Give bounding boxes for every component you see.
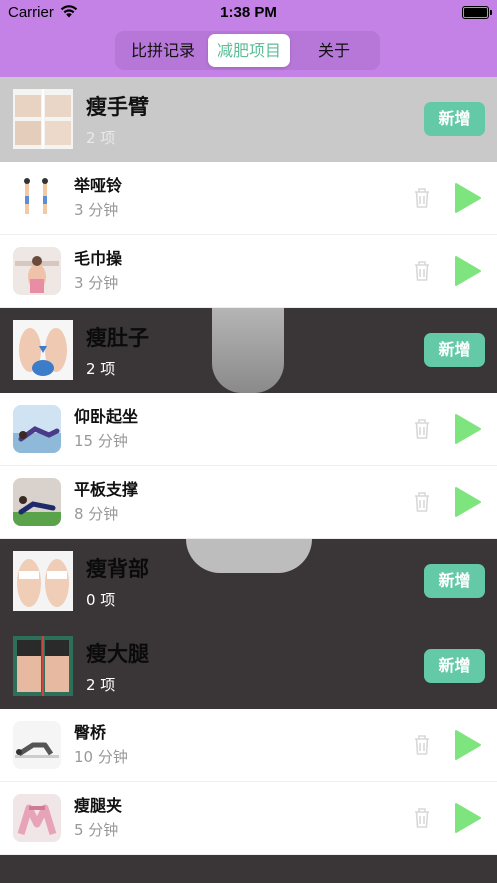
exercise-duration: 8 分钟 <box>74 505 119 523</box>
exercise-thumbnail <box>13 405 61 453</box>
section-thumbnail <box>13 320 73 380</box>
section-title: 瘦肚子 <box>86 326 149 350</box>
section-header-belly: 瘦肚子 2 项 新增 <box>0 308 497 393</box>
exercise-thumbnail <box>13 478 61 526</box>
section-count: 0 项 <box>86 591 116 609</box>
section-header-back: 瘦背部 0 项 新增 <box>0 539 497 624</box>
nav-header: Carrier 1:38 PM 比拼记录 减肥项目 关于 <box>0 0 497 77</box>
add-button[interactable]: 新增 <box>424 102 485 136</box>
trash-icon[interactable] <box>412 186 432 210</box>
exercise-thumbnail <box>13 247 61 295</box>
list-item[interactable]: 臀桥 10 分钟 <box>0 709 497 782</box>
exercise-list[interactable]: 瘦手臂 2 项 新增 举哑铃 3 分钟 毛巾操 3 分钟 瘦肚子 2 项 新增 … <box>0 77 497 883</box>
add-button[interactable]: 新增 <box>424 649 485 683</box>
battery-icon <box>462 6 492 19</box>
exercise-duration: 10 分钟 <box>74 748 128 766</box>
section-count: 2 项 <box>86 129 116 147</box>
exercise-name: 臀桥 <box>74 723 107 742</box>
trash-icon[interactable] <box>412 806 432 830</box>
trash-icon[interactable] <box>412 259 432 283</box>
list-item[interactable]: 平板支撑 8 分钟 <box>0 466 497 539</box>
exercise-name: 瘦腿夹 <box>74 796 123 815</box>
clock-label: 1:38 PM <box>220 4 277 21</box>
section-thumbnail <box>13 89 73 149</box>
section-thumbnail <box>13 551 73 611</box>
exercise-duration: 3 分钟 <box>74 201 119 219</box>
exercise-name: 仰卧起坐 <box>74 407 139 426</box>
trash-icon[interactable] <box>412 733 432 757</box>
play-icon[interactable] <box>454 802 482 834</box>
section-header-arms: 瘦手臂 2 项 新增 <box>0 77 497 162</box>
section-count: 2 项 <box>86 676 116 694</box>
add-button[interactable]: 新增 <box>424 333 485 367</box>
trash-icon[interactable] <box>412 417 432 441</box>
add-button[interactable]: 新增 <box>424 564 485 598</box>
list-item[interactable]: 仰卧起坐 15 分钟 <box>0 393 497 466</box>
exercise-thumbnail <box>13 794 61 842</box>
section-title: 瘦手臂 <box>86 95 149 119</box>
exercise-duration: 3 分钟 <box>74 274 119 292</box>
tab-weight-loss-projects[interactable]: 减肥项目 <box>208 34 290 67</box>
section-header-thighs: 瘦大腿 2 项 新增 <box>0 624 497 709</box>
play-icon[interactable] <box>454 255 482 287</box>
exercise-duration: 15 分钟 <box>74 432 128 450</box>
list-item[interactable]: 毛巾操 3 分钟 <box>0 235 497 308</box>
play-icon[interactable] <box>454 413 482 445</box>
play-icon[interactable] <box>454 486 482 518</box>
play-icon[interactable] <box>454 729 482 761</box>
section-count: 2 项 <box>86 360 116 378</box>
list-item[interactable]: 举哑铃 3 分钟 <box>0 162 497 235</box>
exercise-name: 平板支撑 <box>74 480 139 499</box>
tab-about[interactable]: 关于 <box>293 34 375 67</box>
exercise-thumbnail <box>13 174 61 222</box>
exercise-name: 举哑铃 <box>74 176 123 195</box>
exercise-duration: 5 分钟 <box>74 821 119 839</box>
section-title: 瘦大腿 <box>86 642 149 666</box>
segmented-control: 比拼记录 减肥项目 关于 <box>115 31 380 70</box>
tab-compare-records[interactable]: 比拼记录 <box>120 34 206 67</box>
list-item[interactable]: 瘦腿夹 5 分钟 <box>0 782 497 855</box>
exercise-name: 毛巾操 <box>74 249 123 268</box>
status-bar: Carrier 1:38 PM <box>0 0 497 26</box>
trash-icon[interactable] <box>412 490 432 514</box>
section-title: 瘦背部 <box>86 557 149 581</box>
exercise-thumbnail <box>13 721 61 769</box>
play-icon[interactable] <box>454 182 482 214</box>
section-thumbnail <box>13 636 73 696</box>
